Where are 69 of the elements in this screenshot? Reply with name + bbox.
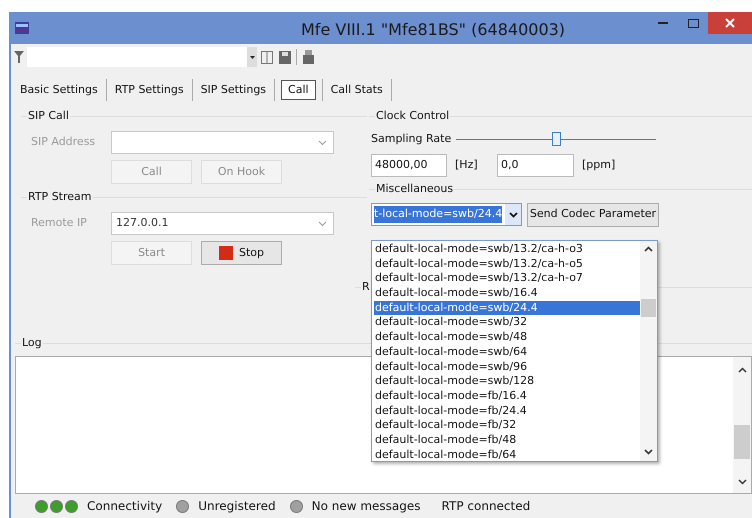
chevron-down-icon	[508, 212, 518, 218]
dropdown-button[interactable]	[247, 47, 257, 67]
minimize-icon	[658, 22, 668, 24]
dropdown-option[interactable]: default-local-mode=swb/24.4	[374, 300, 640, 316]
tab[interactable]: Call Stats	[322, 79, 391, 101]
group-title: SIP Call	[27, 108, 70, 124]
scroll-thumb[interactable]	[734, 425, 750, 459]
dropdown-option[interactable]: default-local-mode=fb/32	[374, 418, 640, 433]
dropdown-option[interactable]: default-local-mode=swb/96	[374, 360, 640, 374]
status-text: Connectivity	[87, 498, 162, 515]
printer-icon[interactable]	[302, 50, 315, 64]
scrollbar[interactable]	[733, 357, 751, 493]
filter-icon	[14, 51, 24, 63]
chevron-down-icon	[318, 140, 327, 146]
unit-label: [ppm]	[582, 156, 616, 173]
tab[interactable]: Basic Settings	[12, 79, 106, 101]
slider-thumb[interactable]	[552, 132, 561, 146]
columns-icon[interactable]	[261, 50, 273, 64]
slider-label: Sampling Rate	[371, 131, 452, 147]
scroll-up-icon[interactable]	[738, 367, 746, 373]
dropdown-option[interactable]: default-local-mode=swb/13.2/ca-h-o5	[374, 256, 640, 272]
dropdown-option[interactable]: default-local-mode=fb/48	[374, 432, 640, 448]
group-title: Log	[21, 334, 43, 351]
group-title: Clock Control	[375, 108, 450, 124]
group-title: Miscellaneous	[375, 181, 454, 198]
tab[interactable]: Call	[281, 80, 316, 100]
tab[interactable]: RTP Settings	[106, 79, 192, 101]
filter-field[interactable]	[27, 47, 257, 67]
window-title: Mfe VIII.1 "Mfe81BS" (64840003)	[301, 19, 566, 41]
scroll-up-icon[interactable]	[644, 246, 653, 252]
field-label: SIP Address	[30, 134, 96, 150]
dropdown-option[interactable]: default-local-mode=swb/128	[374, 374, 640, 389]
dropdown-option[interactable]: default-local-mode=fb/24.4	[374, 404, 640, 418]
status-text: No new messages	[312, 498, 421, 515]
status-text: Unregistered	[198, 498, 276, 515]
rate-field[interactable]: 48000,00	[371, 154, 447, 176]
combo-field[interactable]	[111, 131, 334, 154]
maximize-icon	[688, 18, 698, 28]
dropdown-option[interactable]: default-local-mode=swb/64	[374, 344, 640, 360]
scroll-thumb[interactable]	[641, 299, 656, 317]
ppm-field[interactable]: 0,0	[497, 154, 574, 176]
status-text: RTP connected	[442, 498, 530, 515]
chevron-down-icon	[318, 220, 327, 226]
scrollbar[interactable]	[640, 241, 657, 461]
close-button[interactable]	[708, 12, 752, 34]
save-icon[interactable]	[279, 50, 291, 64]
caret-icon	[250, 56, 254, 58]
dropdown-option[interactable]: default-local-mode=fb/16.4	[374, 388, 640, 404]
group-title: R	[361, 279, 371, 296]
stop-square-icon	[218, 246, 233, 260]
scroll-down-icon[interactable]	[738, 479, 746, 485]
dropdown-option[interactable]: default-local-mode=fb/64	[374, 448, 640, 462]
codec-combo[interactable]: t-local-mode=swb/24.4	[371, 203, 522, 226]
dropdown-option[interactable]: default-local-mode=swb/32	[374, 315, 640, 330]
combo-value: t-local-mode=swb/24.4	[374, 206, 502, 223]
dropdown-option[interactable]: default-local-mode=swb/13.2/ca-h-o3	[374, 242, 640, 257]
scroll-down-icon[interactable]	[644, 449, 653, 455]
group-title: RTP Stream	[27, 188, 92, 205]
dropdown-option[interactable]: default-local-mode=swb/16.4	[374, 286, 640, 301]
dropdown-button[interactable]	[505, 204, 521, 225]
dropdown-option[interactable]: default-local-mode=swb/48	[374, 330, 640, 345]
slider-track[interactable]	[456, 132, 656, 146]
field-label: Remote IP	[30, 215, 88, 232]
app-icon	[15, 22, 29, 34]
unit-label: [Hz]	[455, 156, 479, 173]
dropdown-option[interactable]: default-local-mode=swb/13.2/ca-h-o7	[374, 271, 640, 286]
send-codec-button[interactable]: Send Codec Parameter	[527, 202, 659, 226]
close-icon	[725, 18, 735, 28]
tab[interactable]: SIP Settings	[192, 79, 274, 101]
